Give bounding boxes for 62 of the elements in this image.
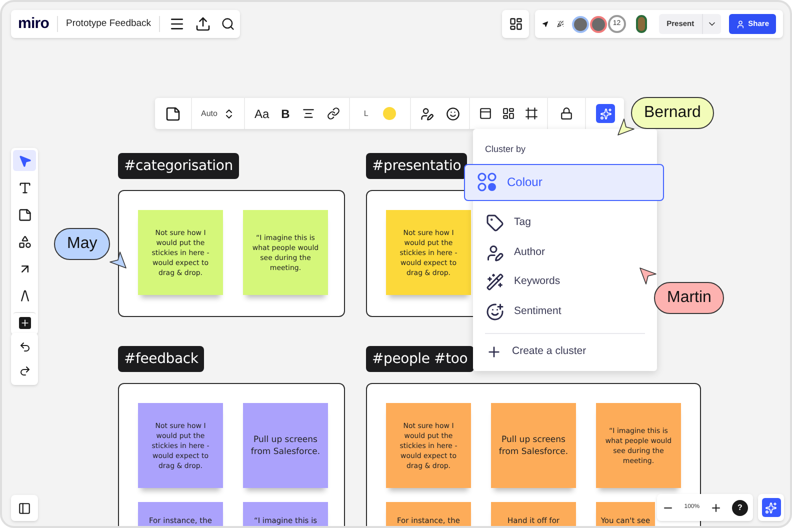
font-button[interactable]: Aa <box>254 104 270 122</box>
zoom-in-icon[interactable] <box>710 502 722 514</box>
ai-button[interactable] <box>762 498 780 517</box>
search-icon[interactable] <box>221 17 236 31</box>
user-pen-icon <box>486 244 504 262</box>
text-icon <box>18 180 32 194</box>
shapes-grid-icon[interactable] <box>508 17 522 31</box>
help-button[interactable]: ? <box>732 500 748 516</box>
cursor-name-label: May <box>54 228 110 260</box>
cursor-arrow-icon <box>616 117 636 137</box>
cursor-arrow-icon <box>638 266 658 286</box>
smiley-icon <box>486 302 504 321</box>
frame-tag: #feedback <box>118 346 204 372</box>
avatar[interactable] <box>590 16 607 32</box>
menu-item[interactable]: Sentiment <box>473 297 657 326</box>
avatar[interactable] <box>636 15 647 33</box>
cursor-name-label: Martin <box>654 282 724 314</box>
sparkles-icon <box>600 108 612 120</box>
magic-wand-icon <box>486 273 504 292</box>
plus-icon <box>486 344 502 360</box>
color-swatch[interactable] <box>383 107 396 120</box>
sticky-note-icon[interactable] <box>165 106 181 122</box>
menu-item[interactable]: Keywords <box>473 268 657 297</box>
tag-icon <box>486 214 504 232</box>
plus-icon <box>20 318 30 328</box>
upload-icon[interactable] <box>195 16 212 32</box>
panel-left-icon <box>18 502 31 514</box>
line-style-button[interactable]: L <box>364 108 368 120</box>
logo[interactable]: miro <box>18 16 58 32</box>
sidebar-toggle[interactable] <box>11 495 38 521</box>
layout-icon[interactable] <box>502 107 516 120</box>
menu-item[interactable]: Create a cluster <box>473 344 657 360</box>
menu-heading: Cluster by <box>485 143 527 156</box>
user-pen-icon[interactable] <box>420 106 434 120</box>
menu-item[interactable]: Author <box>473 238 657 268</box>
shapes-icon <box>18 234 32 248</box>
board-title[interactable]: Prototype Feedback <box>58 16 160 32</box>
sticky-note[interactable]: Pull up screens from Salesforce. <box>491 403 576 488</box>
align-center-icon[interactable] <box>302 107 315 120</box>
lock-icon[interactable] <box>560 107 574 120</box>
bold-button[interactable]: B <box>281 104 290 122</box>
pointer-icon <box>18 154 32 168</box>
layout-icon[interactable] <box>479 107 492 120</box>
sparkles-icon <box>765 502 777 514</box>
frame-tag: #people #too <box>366 346 474 372</box>
menu-item[interactable]: Tag <box>473 208 657 238</box>
sticky-note[interactable]: Pull up screens from Salesforce. <box>243 403 328 488</box>
frame-tag: #categorisation <box>118 153 239 179</box>
menu-icon[interactable] <box>169 16 186 32</box>
redo-icon[interactable] <box>18 365 30 377</box>
circles-icon <box>477 172 497 192</box>
sticky-note-icon <box>18 208 32 222</box>
ai-button[interactable] <box>596 104 616 123</box>
menu-item[interactable]: Colour <box>464 164 664 200</box>
avatar[interactable] <box>572 16 589 32</box>
smiley-icon[interactable] <box>446 106 460 120</box>
size-selector[interactable]: Auto <box>201 108 218 120</box>
link-icon[interactable] <box>326 107 340 120</box>
undo-icon[interactable] <box>18 341 30 353</box>
user-icon <box>736 20 746 28</box>
frame-tag: #presentatio <box>366 153 468 179</box>
cursor-name-label: Bernard <box>631 97 714 129</box>
